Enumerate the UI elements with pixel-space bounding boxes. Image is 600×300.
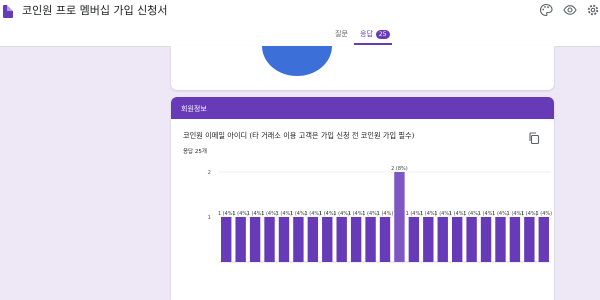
bar[interactable]	[365, 217, 376, 262]
bar-data-label: 2 (8%)	[391, 166, 408, 172]
bar[interactable]	[437, 217, 448, 262]
bar-data-label: 1 (4%)	[535, 211, 552, 217]
bar[interactable]	[264, 217, 275, 262]
doc-title: 코인원 프로 멤버십 가입 신청서	[22, 4, 168, 17]
bar[interactable]	[480, 217, 492, 262]
bar[interactable]	[336, 217, 347, 262]
member-info-section: 회원정보 코인원 이메일 아이디 (타 거래소 이용 고객은 가입 신청 전 코…	[171, 97, 554, 300]
bar[interactable]	[509, 217, 521, 262]
y-tick-label: 2	[208, 170, 212, 176]
bar[interactable]	[278, 217, 290, 262]
bar[interactable]	[235, 217, 246, 262]
eye-icon[interactable]	[563, 3, 577, 17]
settings-icon[interactable]	[586, 3, 600, 17]
bar[interactable]	[221, 217, 232, 262]
bar[interactable]	[466, 217, 477, 262]
bar[interactable]	[524, 217, 535, 262]
bar[interactable]	[249, 217, 261, 262]
bar[interactable]	[408, 217, 420, 262]
bar[interactable]	[538, 217, 549, 262]
bar[interactable]	[350, 217, 362, 262]
bar[interactable]	[379, 217, 391, 262]
active-tab-indicator	[354, 43, 392, 45]
y-tick-label: 1	[208, 215, 212, 221]
bar-data-label: 1 (4%)	[377, 211, 394, 217]
bar[interactable]	[322, 217, 333, 262]
bar[interactable]	[293, 217, 304, 262]
bar[interactable]	[423, 217, 434, 262]
palette-icon[interactable]	[539, 3, 553, 17]
tab-responses-label: 응답	[360, 30, 373, 38]
tab-questions[interactable]: 질문	[335, 29, 348, 39]
pie-chart	[262, 46, 332, 76]
doc-icon	[3, 5, 13, 18]
bar[interactable]	[451, 217, 463, 262]
bar[interactable]	[495, 217, 506, 262]
bar[interactable]	[307, 217, 319, 262]
response-bar-chart: 121 (4%)1 (4%)1 (4%)1 (4%)1 (4%)1 (4%)1 …	[208, 166, 552, 263]
tab-questions-label: 질문	[335, 30, 348, 38]
tab-responses[interactable]: 응답 25	[360, 29, 390, 39]
bar[interactable]	[394, 172, 405, 262]
previous-chart-card	[171, 46, 554, 90]
top-bar: 코인원 프로 멤버십 가입 신청서 질문 응답 25	[0, 0, 600, 47]
response-count-badge: 25	[375, 29, 390, 39]
